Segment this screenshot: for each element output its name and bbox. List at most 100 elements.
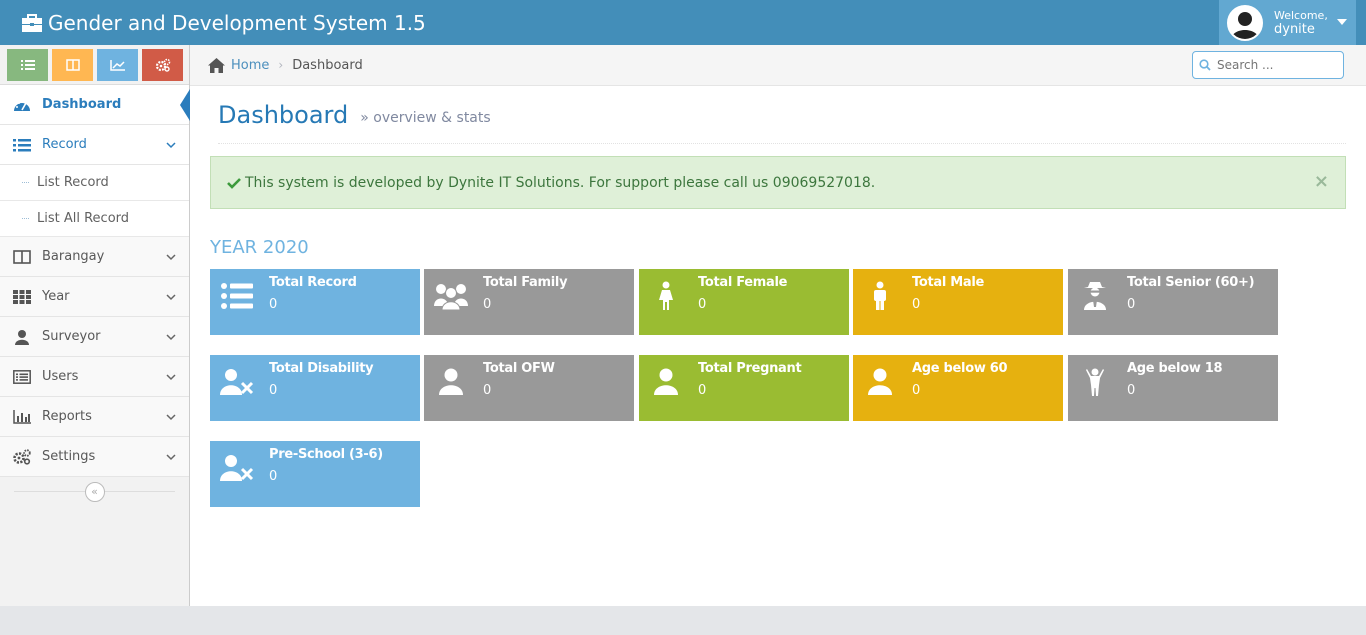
sidebar-item-label: Users: [42, 369, 79, 384]
sidebar-item-users[interactable]: Users: [0, 357, 189, 397]
user-times-icon: [219, 450, 255, 486]
list-icon: [12, 135, 32, 155]
chevron-down-icon: [166, 294, 176, 301]
sidebar-item-label: Barangay: [42, 249, 105, 264]
caret-down-icon[interactable]: [1337, 19, 1347, 25]
tile-label: Total Disability: [269, 361, 374, 376]
home-icon: [208, 57, 225, 73]
record-submenu: List Record List All Record: [0, 165, 189, 237]
tile-total-ofw[interactable]: Total OFW 0: [424, 355, 634, 421]
submenu-list-all-record[interactable]: List All Record: [0, 201, 189, 237]
female-icon: [648, 278, 684, 314]
list-icon: [219, 278, 255, 314]
tile-label: Age below 60: [912, 361, 1008, 376]
tachometer-icon: [12, 95, 32, 115]
sidebar-item-surveyor[interactable]: Surveyor: [0, 317, 189, 357]
sidebar-item-settings[interactable]: Settings: [0, 437, 189, 477]
tile-label: Total Family: [483, 275, 568, 290]
breadcrumb-separator-icon: ›: [278, 58, 284, 72]
alert-text: This system is developed by Dynite IT So…: [245, 174, 876, 191]
tile-total-senior[interactable]: Total Senior (60+) 0: [1068, 269, 1278, 335]
columns-icon: [65, 59, 80, 71]
list-alt-icon: [12, 367, 32, 387]
tile-value: 0: [1127, 383, 1136, 398]
users-icon: [433, 278, 469, 314]
close-icon[interactable]: ×: [1314, 171, 1329, 192]
tile-label: Total Record: [269, 275, 357, 290]
tile-label: Total OFW: [483, 361, 555, 376]
breadcrumb-current: Dashboard: [292, 57, 363, 73]
sidebar-item-label: Settings: [42, 449, 96, 464]
chevron-down-icon: [166, 454, 176, 461]
list-icon: [20, 60, 35, 70]
tile-total-family[interactable]: Total Family 0: [424, 269, 634, 335]
tile-total-female[interactable]: Total Female 0: [639, 269, 849, 335]
shortcut-chart-button[interactable]: [97, 49, 138, 81]
chevron-down-icon: [166, 142, 176, 149]
tile-label: Pre-School (3-6): [269, 447, 383, 462]
app-title: Gender and Development System 1.5: [48, 10, 426, 35]
brand[interactable]: Gender and Development System 1.5: [22, 0, 426, 45]
tile-total-disability[interactable]: Total Disability 0: [210, 355, 420, 421]
user-menu[interactable]: Welcome, dynite: [1219, 0, 1356, 45]
sidebar-item-label: Dashboard: [42, 97, 122, 112]
tile-total-pregnant[interactable]: Total Pregnant 0: [639, 355, 849, 421]
double-angle-left-icon[interactable]: «: [84, 481, 105, 502]
cogs-icon: [155, 58, 170, 72]
user-avatar-icon: [1229, 6, 1261, 39]
user-icon: [433, 364, 469, 400]
sidebar-shortcuts: [0, 45, 189, 85]
shortcut-cogs-button[interactable]: [142, 49, 183, 81]
tile-value: 0: [698, 297, 707, 312]
tile-label: Total Female: [698, 275, 788, 290]
page-subtitle-text: overview & stats: [373, 109, 491, 126]
submenu-label: List All Record: [37, 211, 130, 226]
tile-total-male[interactable]: Total Male 0: [853, 269, 1063, 335]
sidebar-collapse-row: «: [0, 477, 189, 506]
shortcut-columns-button[interactable]: [52, 49, 93, 81]
sidebar-item-year[interactable]: Year: [0, 277, 189, 317]
tile-age-below-18[interactable]: Age below 18 0: [1068, 355, 1278, 421]
sidebar-item-dashboard[interactable]: Dashboard: [0, 85, 190, 125]
cogs-icon: [12, 447, 32, 467]
tile-label: Total Pregnant: [698, 361, 802, 376]
chevron-down-icon: [166, 334, 176, 341]
sidebar: Dashboard Record List Record List All Re…: [0, 45, 190, 606]
chevron-down-icon: [166, 374, 176, 381]
user-icon: [862, 364, 898, 400]
grid-icon: [12, 287, 32, 307]
top-navbar: Gender and Development System 1.5 Welcom…: [0, 0, 1366, 45]
sidebar-item-label: Year: [42, 289, 70, 304]
user-times-icon: [219, 364, 255, 400]
year-label: YEAR 2020: [210, 237, 309, 258]
sidebar-item-reports[interactable]: Reports: [0, 397, 189, 437]
tile-value: 0: [269, 469, 278, 484]
tile-value: 0: [269, 383, 278, 398]
chevron-down-icon: [166, 414, 176, 421]
tile-age-below-60[interactable]: Age below 60 0: [853, 355, 1063, 421]
main-content: Home › Dashboard Dashboard » overview & …: [190, 45, 1366, 606]
submenu-label: List Record: [37, 175, 109, 190]
search-input[interactable]: [1217, 58, 1337, 72]
double-angle-right-icon: »: [360, 109, 369, 126]
sidebar-item-barangay[interactable]: Barangay: [0, 237, 189, 277]
child-icon: [1077, 364, 1113, 400]
user-secret-icon: [1077, 278, 1113, 314]
sidebar-item-record[interactable]: Record: [0, 125, 189, 165]
tile-pre-school[interactable]: Pre-School (3-6) 0: [210, 441, 420, 507]
welcome-text: Welcome,: [1274, 8, 1328, 22]
briefcase-icon: [22, 13, 42, 32]
sidebar-item-label: Record: [42, 137, 87, 152]
chevron-down-icon: [166, 254, 176, 261]
tile-value: 0: [912, 383, 921, 398]
submenu-list-record[interactable]: List Record: [0, 165, 189, 201]
tile-value: 0: [269, 297, 278, 312]
page-header: Dashboard » overview & stats: [218, 86, 1346, 144]
tile-value: 0: [483, 383, 492, 398]
tile-label: Age below 18: [1127, 361, 1223, 376]
tile-total-record[interactable]: Total Record 0: [210, 269, 420, 335]
breadcrumb-home-link[interactable]: Home: [231, 58, 269, 73]
shortcut-list-button[interactable]: [7, 49, 48, 81]
male-icon: [862, 278, 898, 314]
page-subtitle: » overview & stats: [360, 110, 490, 126]
